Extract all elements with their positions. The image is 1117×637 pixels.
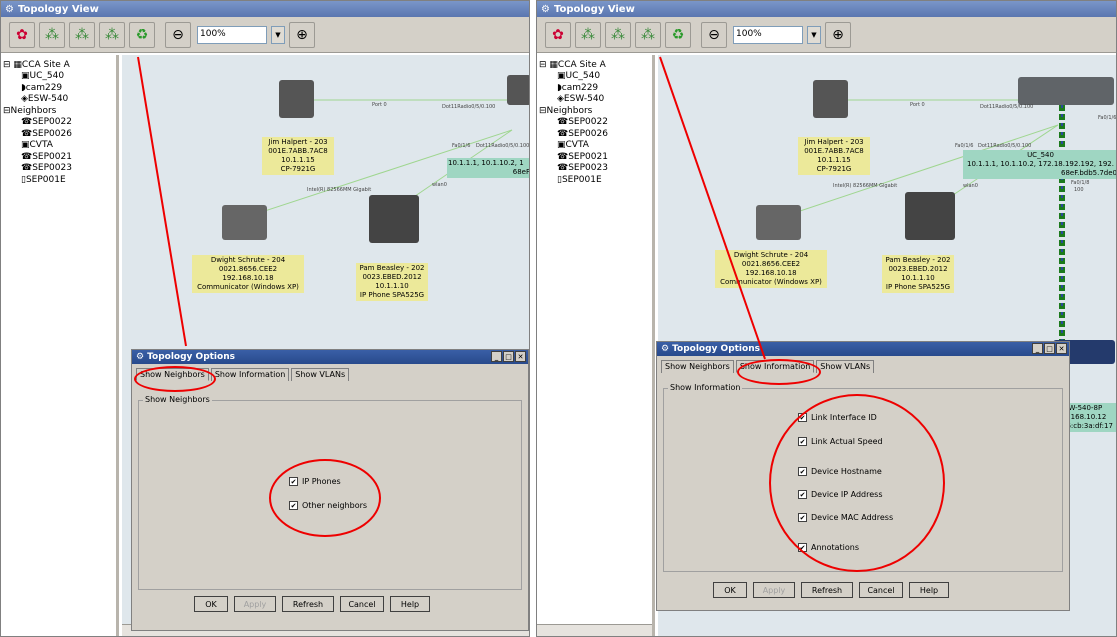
right-topology-window: ⚙ Topology View ✿ ⁂ ⁂ ⁂ ♻ ⊖ 100% ▼ ⊕ ⊟ ▦ … (536, 0, 1117, 637)
annotation-arrow (137, 56, 187, 347)
left-topology-window: ⚙ Topology View ✿ ⁂ ⁂ ⁂ ♻ ⊖ 100% ▼ ⊕ ⊟ ▦ … (0, 0, 530, 637)
annotation-arrow (659, 56, 766, 360)
